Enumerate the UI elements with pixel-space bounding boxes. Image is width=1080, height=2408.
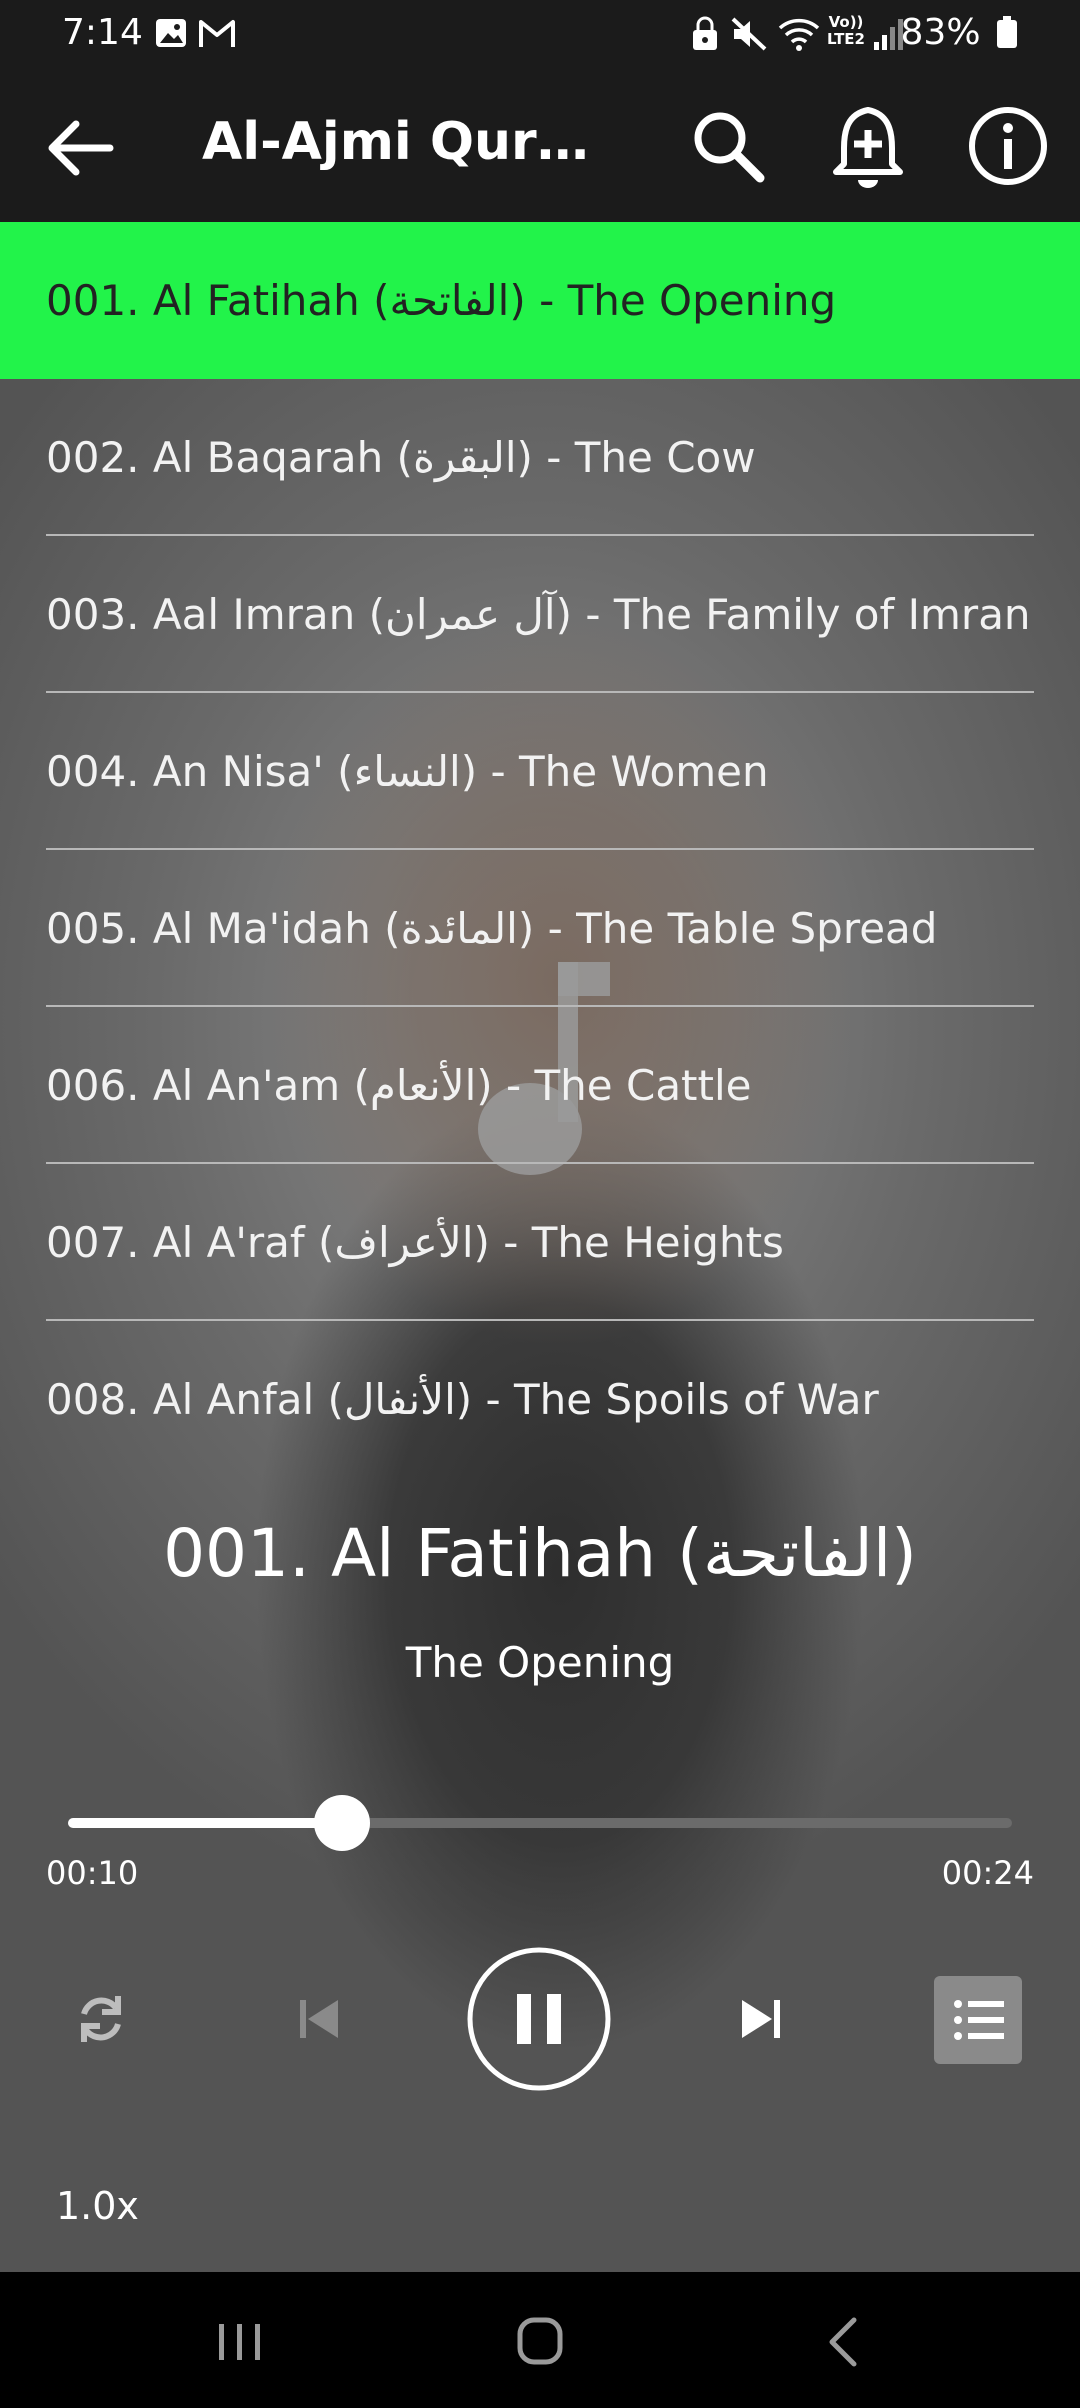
recent-apps-icon[interactable] [205, 2312, 275, 2372]
list-item[interactable]: 008. Al Anfal (الأنفال) - The Spoils of … [0, 1321, 1080, 1478]
pause-button[interactable] [466, 1946, 612, 2092]
playlist-icon[interactable] [934, 1976, 1022, 2064]
now-playing-title: 001. Al Fatihah (الفاتحة) [163, 1515, 917, 1592]
playback-speed-button[interactable]: 1.0x [56, 2184, 139, 2228]
list-item-label: 001. Al Fatihah (الفاتحة) - The Opening [46, 276, 837, 325]
previous-icon[interactable] [296, 1996, 342, 2042]
battery-icon [997, 16, 1017, 48]
list-item-label: 008. Al Anfal (الأنفال) - The Spoils of … [46, 1375, 879, 1424]
list-item[interactable]: 004. An Nisa' (النساء) - The Women [0, 693, 1080, 850]
page-title: Al-Ajmi Quran... [202, 112, 622, 172]
seek-progress [68, 1818, 342, 1828]
volte-icon: Vo)) LTE2 [827, 13, 865, 48]
wifi-icon [778, 18, 820, 51]
list-item-label: 004. An Nisa' (النساء) - The Women [46, 747, 769, 796]
mute-icon [731, 17, 767, 51]
current-time: 00:10 [46, 1854, 139, 1892]
list-item-label: 003. Aal Imran (آل عمران) - The Family o… [46, 590, 1031, 639]
system-nav-bar [0, 2272, 1080, 2408]
list-item[interactable]: 006. Al An'am (الأنعام) - The Cattle [0, 1007, 1080, 1164]
battery-status: 83% [901, 12, 1018, 53]
list-item[interactable]: 003. Aal Imran (آل عمران) - The Family o… [0, 536, 1080, 693]
gallery-icon [156, 19, 186, 47]
back-arrow-icon[interactable] [40, 108, 120, 188]
add-alarm-icon[interactable] [826, 104, 910, 188]
seek-thumb[interactable] [313, 1795, 370, 1851]
list-item-label: 007. Al A'raf (الأعراف) - The Heights [46, 1218, 784, 1267]
back-icon[interactable] [810, 2312, 880, 2372]
list-item-label: 005. Al Ma'idah (المائدة) - The Table Sp… [46, 904, 938, 953]
total-time: 00:24 [941, 1854, 1034, 1892]
home-icon[interactable] [505, 2312, 575, 2372]
status-time: 7:14 [62, 12, 143, 53]
list-item[interactable]: 002. Al Baqarah (البقرة) - The Cow [0, 379, 1080, 536]
info-icon[interactable] [966, 104, 1050, 188]
app-toolbar: Al-Ajmi Quran... [0, 68, 1080, 222]
list-item-label: 006. Al An'am (الأنعام) - The Cattle [46, 1061, 752, 1110]
search-icon[interactable] [686, 104, 770, 188]
list-item[interactable]: 005. Al Ma'idah (المائدة) - The Table Sp… [0, 850, 1080, 1007]
repeat-icon[interactable] [72, 1990, 130, 2048]
now-playing-subtitle: The Opening [405, 1638, 675, 1687]
list-item-label: 002. Al Baqarah (البقرة) - The Cow [46, 433, 756, 482]
status-bar: 7:14 Vo)) LTE2 83% [0, 0, 1080, 68]
list-item[interactable]: 001. Al Fatihah (الفاتحة) - The Opening [0, 222, 1080, 379]
battery-percent: 83% [900, 12, 981, 53]
list-item[interactable]: 007. Al A'raf (الأعراف) - The Heights [0, 1164, 1080, 1321]
seek-bar[interactable] [68, 1795, 1012, 1851]
gmail-icon [199, 20, 235, 47]
next-icon[interactable] [738, 1996, 784, 2042]
lock-icon [693, 16, 717, 50]
surah-list: 001. Al Fatihah (الفاتحة) - The Opening … [0, 222, 1080, 1478]
